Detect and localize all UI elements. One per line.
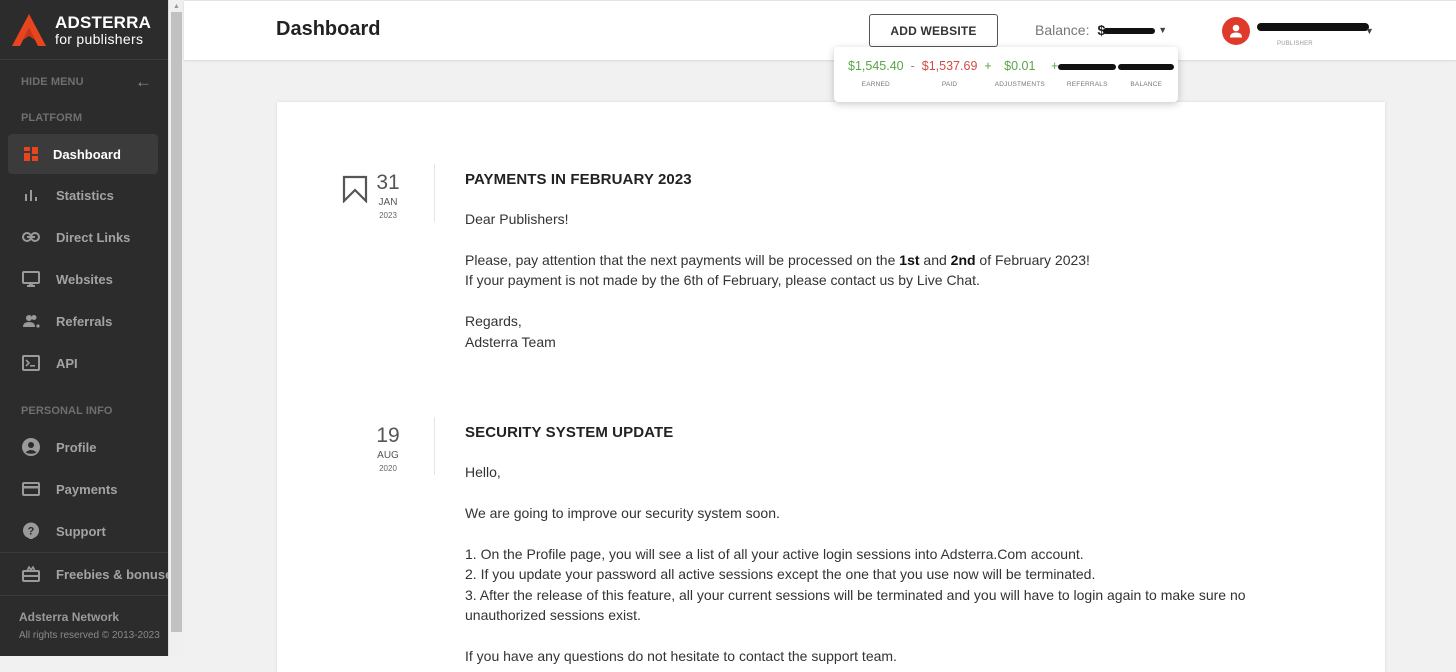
balance-label: Balance:	[1035, 22, 1090, 38]
referrals-stat: REFERRALS	[1058, 59, 1117, 88]
hide-menu-label: HIDE MENU	[21, 76, 84, 88]
balance-value: $	[1097, 22, 1156, 38]
news-body: PAYMENTS IN FEBRUARY 2023 Dear Publisher…	[465, 164, 1345, 352]
footer-copyright: All rights reserved © 2013-2023	[19, 630, 160, 641]
scrollbar-thumb[interactable]	[171, 12, 182, 632]
sidebar-item-label: Payments	[56, 481, 118, 497]
redacted-balance-total	[1118, 64, 1175, 70]
balance-breakdown-popover: $1,545.40 EARNED - $1,537.69 PAID + $0.0…	[834, 47, 1178, 102]
news-date: 19 AUG 2020	[376, 424, 400, 473]
add-website-button[interactable]: ADD WEBSITE	[869, 14, 998, 47]
brand-tagline: for publishers	[55, 30, 144, 47]
sidebar-item-direct-links[interactable]: Direct Links	[0, 216, 168, 258]
sidebar-item-label: Profile	[56, 439, 97, 455]
sidebar-footer: Adsterra Network All rights reserved © 2…	[0, 596, 168, 641]
sidebar-item-label: Dashboard	[53, 146, 121, 162]
sidebar: ADSTERRA for publishers HIDE MENU ← PLAT…	[0, 0, 168, 656]
credit-card-icon	[22, 480, 40, 498]
sidebar-item-label: Websites	[56, 271, 113, 287]
brand-name: ADSTERRA	[55, 12, 152, 32]
sidebar-item-referrals[interactable]: Referrals	[0, 300, 168, 342]
gift-box-icon	[22, 565, 40, 583]
adjustments-stat: $0.01 ADJUSTMENTS	[994, 59, 1045, 88]
sidebar-scrollbar[interactable]: ▲	[168, 0, 184, 656]
redacted-username	[1257, 23, 1369, 31]
news-body: SECURITY SYSTEM UPDATE Hello, We are goi…	[465, 417, 1345, 667]
chevron-down-icon: ▼	[1158, 25, 1168, 35]
svg-text:?: ?	[28, 526, 35, 538]
avatar	[1222, 17, 1250, 45]
news-title: PAYMENTS IN FEBRUARY 2023	[465, 171, 692, 188]
sidebar-item-websites[interactable]: Websites	[0, 258, 168, 300]
divider	[434, 164, 435, 222]
chevron-down-icon: ▼	[1365, 26, 1374, 36]
user-role: PUBLISHER	[1277, 41, 1313, 47]
news-date: 31 JAN 2023	[376, 171, 400, 220]
sidebar-item-label: Statistics	[56, 187, 114, 203]
footer-title: Adsterra Network	[19, 610, 120, 624]
divider	[434, 417, 435, 475]
scroll-up-arrow-icon[interactable]: ▲	[169, 0, 184, 12]
link-icon	[22, 228, 40, 246]
sidebar-item-label: Freebies & bonuses	[56, 566, 168, 582]
redacted-balance	[1103, 28, 1156, 35]
adsterra-logo-icon	[12, 13, 46, 46]
sidebar-item-label: API	[56, 355, 78, 371]
balance-dropdown[interactable]: Balance: $ ▼	[1035, 22, 1167, 38]
news-title: SECURITY SYSTEM UPDATE	[465, 424, 674, 441]
sidebar-item-support[interactable]: ? Support	[0, 510, 168, 552]
paid-stat: $1,537.69 PAID	[921, 59, 978, 88]
sidebar-item-payments[interactable]: Payments	[0, 468, 168, 510]
sidebar-item-dashboard[interactable]: Dashboard	[8, 134, 158, 174]
bookmark-icon[interactable]	[342, 175, 368, 203]
brand-logo[interactable]: ADSTERRA for publishers	[0, 0, 168, 60]
top-header: Dashboard ADD WEBSITE Balance: $ ▼ PUBLI…	[184, 0, 1456, 60]
sidebar-item-label: Support	[56, 523, 106, 539]
terminal-icon	[22, 354, 40, 372]
news-card: 31 JAN 2023 PAYMENTS IN FEBRUARY 2023 De…	[277, 102, 1385, 672]
user-menu[interactable]: PUBLISHER ▼	[1222, 17, 1375, 47]
bar-chart-icon	[22, 186, 40, 204]
page-title: Dashboard	[276, 18, 381, 40]
user-icon	[1230, 24, 1242, 38]
sidebar-item-api[interactable]: API	[0, 342, 168, 384]
redacted-referrals	[1058, 64, 1117, 70]
sidebar-item-statistics[interactable]: Statistics	[0, 174, 168, 216]
personal-info-section-heading: PERSONAL INFO	[21, 405, 113, 417]
account-circle-icon	[22, 438, 40, 456]
dashboard-icon	[22, 145, 40, 163]
sidebar-item-label: Direct Links	[56, 229, 131, 245]
earned-stat: $1,545.40 EARNED	[848, 59, 904, 88]
balance-stat: BALANCE	[1116, 59, 1176, 88]
sidebar-item-label: Referrals	[56, 313, 113, 329]
help-bubble-icon: ?	[22, 522, 40, 540]
arrow-left-icon: ←	[135, 72, 152, 91]
hide-menu-button[interactable]: HIDE MENU ←	[0, 60, 168, 104]
monitor-icon	[22, 270, 40, 288]
sidebar-item-profile[interactable]: Profile	[0, 426, 168, 468]
sidebar-item-freebies[interactable]: Freebies & bonuses	[0, 553, 168, 595]
people-icon	[22, 312, 40, 330]
platform-section-heading: PLATFORM	[21, 112, 83, 124]
